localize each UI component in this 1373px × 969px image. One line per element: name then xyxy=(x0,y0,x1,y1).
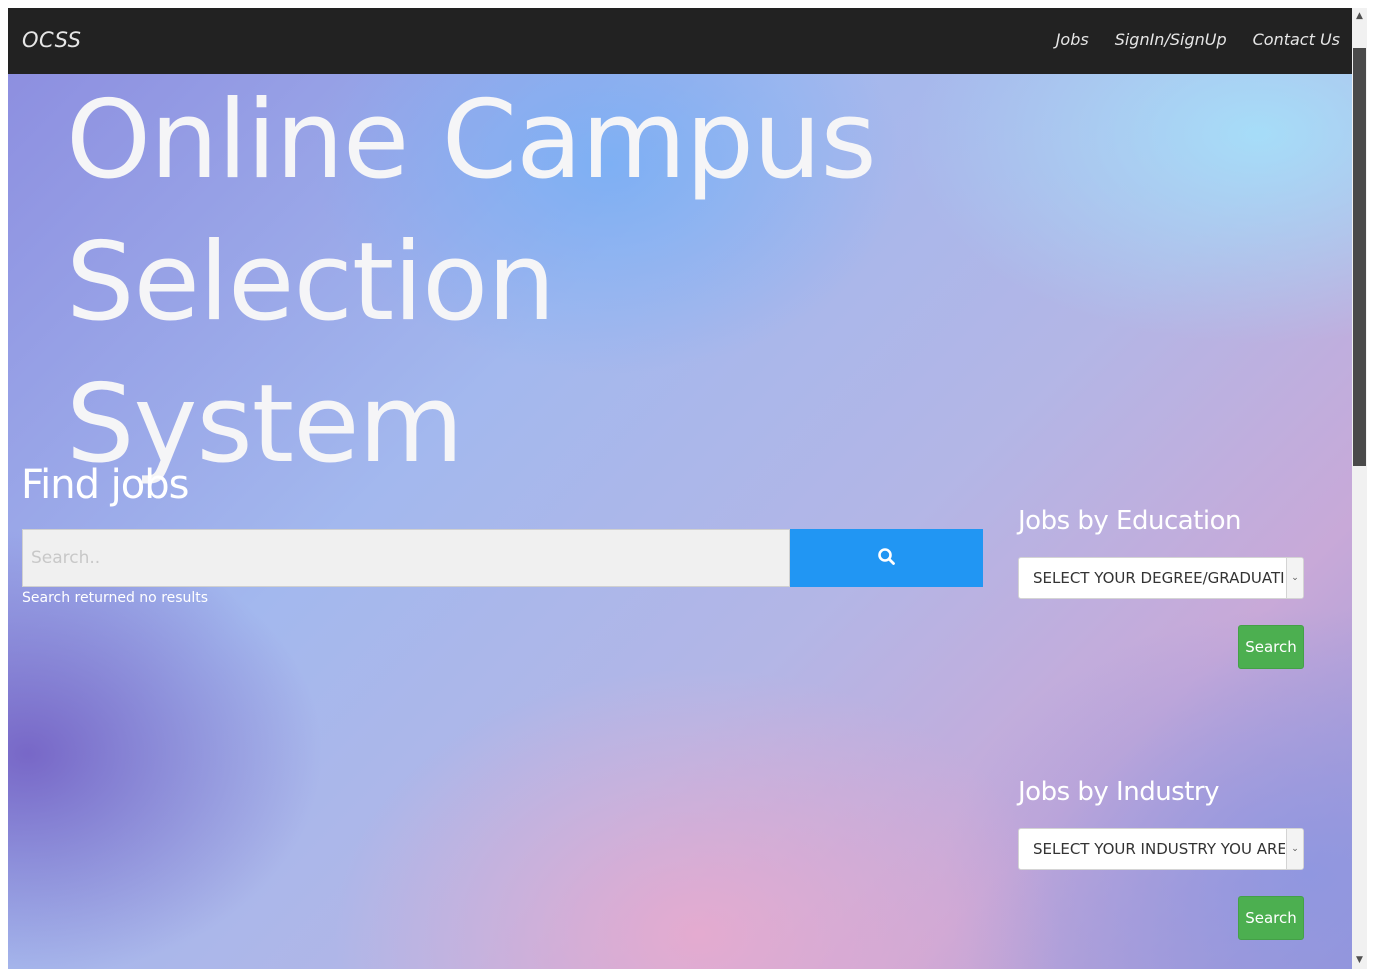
education-search-button[interactable]: Search xyxy=(1238,625,1304,669)
industry-select[interactable]: SELECT YOUR INDUSTRY YOU ARE INTERESTED … xyxy=(1018,828,1304,870)
hero-title-line-1: Online Campus Selection xyxy=(66,78,877,345)
chevron-down-icon: ⌄ xyxy=(1286,558,1303,598)
industry-search-button[interactable]: Search xyxy=(1238,896,1304,940)
nav-link-jobs[interactable]: Jobs xyxy=(1056,30,1089,49)
search-input[interactable] xyxy=(22,529,790,587)
search-icon xyxy=(877,547,895,565)
scroll-up-arrow-icon[interactable]: ▲ xyxy=(1352,8,1367,25)
chevron-down-icon: ⌄ xyxy=(1286,829,1303,869)
degree-select[interactable]: SELECT YOUR DEGREE/GRADUATION ⌄ xyxy=(1018,557,1304,599)
search-result-text: Search returned no results xyxy=(22,590,209,606)
jobs-by-industry-heading: Jobs by Industry xyxy=(1018,777,1220,807)
browser-viewport: OCSS Jobs SignIn/SignUp Contact Us Onlin… xyxy=(8,8,1352,969)
hero-title: Online Campus Selection System xyxy=(66,70,1266,496)
nav-links: Jobs SignIn/SignUp Contact Us xyxy=(1056,30,1340,49)
find-jobs-heading: Find jobs xyxy=(21,462,189,508)
navbar: OCSS Jobs SignIn/SignUp Contact Us xyxy=(8,8,1352,74)
nav-link-contact-us[interactable]: Contact Us xyxy=(1253,30,1340,49)
industry-select-value: SELECT YOUR INDUSTRY YOU ARE INTERESTED … xyxy=(1033,840,1285,858)
degree-select-value: SELECT YOUR DEGREE/GRADUATION xyxy=(1033,569,1285,587)
vertical-scrollbar[interactable]: ▲ ▼ xyxy=(1352,8,1367,969)
jobs-by-education-heading: Jobs by Education xyxy=(1018,506,1242,536)
scroll-down-arrow-icon[interactable]: ▼ xyxy=(1352,952,1367,969)
scrollbar-thumb[interactable] xyxy=(1353,48,1366,466)
search-button[interactable] xyxy=(790,529,983,587)
brand-logo[interactable]: OCSS xyxy=(22,28,82,52)
nav-link-signin-signup[interactable]: SignIn/SignUp xyxy=(1115,30,1227,49)
hero-section: Online Campus Selection System Find jobs … xyxy=(8,74,1352,969)
